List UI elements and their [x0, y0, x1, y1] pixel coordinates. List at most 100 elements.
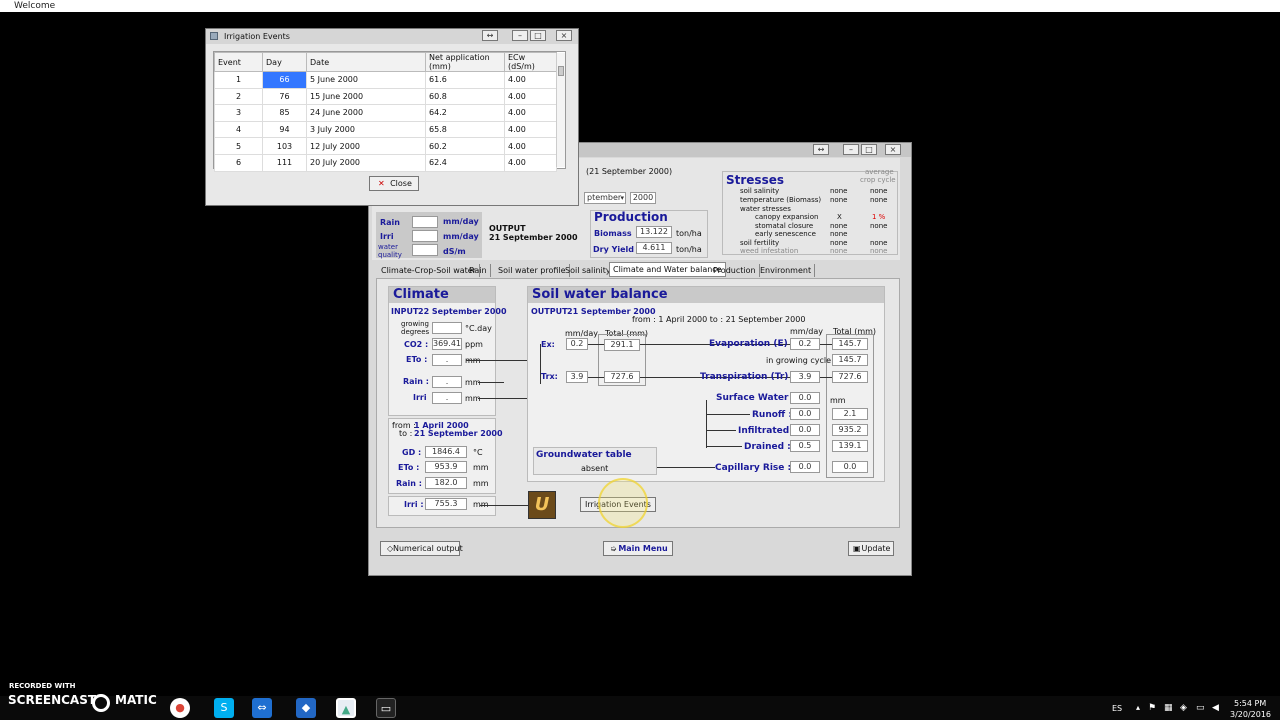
- table-row[interactable]: 4 94 3 July 2000 65.8 4.00: [214, 120, 557, 139]
- soil-salinity-value: none: [830, 187, 848, 195]
- date-cell[interactable]: 5 June 2000: [306, 71, 426, 89]
- day-cell[interactable]: 76: [262, 87, 307, 106]
- to-label: to :: [399, 429, 413, 438]
- maximize-button[interactable]: □: [861, 144, 877, 155]
- numerical-output-label: Numerical output: [393, 544, 463, 553]
- temperature-label: temperature (Biomass): [740, 196, 822, 204]
- day-cell[interactable]: 66: [262, 71, 307, 89]
- connector: [478, 382, 504, 383]
- net-cell[interactable]: 60.2: [425, 137, 505, 155]
- clock-date[interactable]: 3/20/2016: [1230, 710, 1271, 719]
- month-value: ptember: [587, 193, 622, 202]
- clock-time[interactable]: 5:54 PM: [1234, 699, 1266, 708]
- connector: [706, 430, 736, 431]
- soil-salinity-label: soil salinity: [740, 187, 780, 195]
- surface-water-label: Surface Water :: [716, 393, 796, 403]
- evaporation-value: 0.2: [790, 338, 820, 350]
- ecw-cell[interactable]: 4.00: [504, 120, 557, 139]
- update-button[interactable]: ▣ Update: [848, 541, 894, 556]
- rain-unit: mm/day: [443, 217, 479, 226]
- table-row[interactable]: 6 111 20 July 2000 62.4 4.00: [214, 153, 557, 172]
- infiltrated-value: 0.0: [790, 424, 820, 436]
- volume-icon[interactable]: ◀: [1212, 703, 1219, 713]
- tab-rain[interactable]: Rain: [466, 264, 491, 277]
- biomass-label: Biomass: [594, 229, 632, 238]
- close-button[interactable]: ×: [885, 144, 901, 155]
- tab-soil-salinity[interactable]: Soil salinity: [562, 264, 615, 277]
- date-cell[interactable]: 20 July 2000: [306, 153, 426, 172]
- table-row[interactable]: 3 85 24 June 2000 64.2 4.00: [214, 104, 557, 122]
- window-icon[interactable]: ▭: [376, 698, 396, 718]
- irri2-value: 755.3: [425, 498, 467, 510]
- table-row[interactable]: 5 103 12 July 2000 60.2 4.00: [214, 137, 557, 155]
- day-cell[interactable]: 103: [262, 137, 307, 155]
- close-window-button[interactable]: ×: [556, 30, 572, 41]
- chrome-icon[interactable]: ●: [170, 698, 190, 718]
- net-cell[interactable]: 61.6: [425, 71, 505, 89]
- production-title: Production: [594, 210, 668, 224]
- table-row[interactable]: 2 76 15 June 2000 60.8 4.00: [214, 87, 557, 106]
- tab-soil-water-profile[interactable]: Soil water profile: [495, 264, 570, 277]
- day-cell[interactable]: 94: [262, 120, 307, 139]
- numerical-output-button[interactable]: ◇ Numerical output: [380, 541, 463, 556]
- tab-climate-water-balance[interactable]: Climate and Water balance: [609, 262, 726, 277]
- teamviewer-icon[interactable]: ⇔: [252, 698, 272, 718]
- ecw-cell[interactable]: 4.00: [504, 87, 557, 106]
- biomass-value: 13.122: [636, 226, 672, 238]
- ecw-cell[interactable]: 4.00: [504, 104, 557, 122]
- tab-production[interactable]: Production: [710, 264, 760, 277]
- table-row[interactable]: 1 66 5 June 2000 61.6 4.00: [214, 71, 557, 89]
- day-cell[interactable]: 85: [262, 104, 307, 122]
- language-indicator[interactable]: ES: [1112, 704, 1122, 713]
- main-menu-label: Main Menu: [618, 544, 668, 553]
- day-cell[interactable]: 111: [262, 153, 307, 172]
- skype-icon[interactable]: S: [214, 698, 234, 718]
- to-date: 21 September 2000: [414, 429, 503, 438]
- tab-environment[interactable]: Environment: [757, 264, 816, 277]
- date-cell[interactable]: 12 July 2000: [306, 137, 426, 155]
- date-cell[interactable]: 15 June 2000: [306, 87, 426, 106]
- ecw-cell[interactable]: 4.00: [504, 137, 557, 155]
- shield-icon[interactable]: ◈: [1180, 703, 1187, 713]
- events-scrollbar[interactable]: [556, 53, 565, 167]
- year-field[interactable]: 2000: [630, 192, 656, 204]
- irri-input[interactable]: [412, 230, 438, 242]
- monitor-icon[interactable]: ▭: [1196, 703, 1205, 713]
- network-icon[interactable]: ▦: [1164, 703, 1173, 713]
- scrollbar-thumb[interactable]: [558, 66, 564, 76]
- irrigation-tool-icon[interactable]: U: [528, 491, 556, 519]
- month-select[interactable]: ptember ▾: [584, 192, 626, 204]
- minimize-button[interactable]: –: [512, 30, 528, 41]
- close-dialog-button[interactable]: ✕ Close: [369, 176, 419, 191]
- rain-input[interactable]: [412, 216, 438, 228]
- runoff-value: 0.0: [790, 408, 820, 420]
- stomatal-value: none: [830, 222, 848, 230]
- move-icon[interactable]: ↔: [482, 30, 498, 41]
- climate-title: Climate: [389, 287, 495, 303]
- taskbar: [0, 696, 1280, 720]
- net-cell[interactable]: 65.8: [425, 120, 505, 139]
- date-cell[interactable]: 24 June 2000: [306, 104, 426, 122]
- app-diamond-icon[interactable]: ◆: [296, 698, 316, 718]
- temperature-value: none: [830, 196, 848, 204]
- soil-salinity-avg: none: [870, 187, 888, 195]
- connector: [588, 377, 604, 378]
- ecw-cell[interactable]: 4.00: [504, 153, 557, 172]
- date-cell[interactable]: 3 July 2000: [306, 120, 426, 139]
- move-icon[interactable]: ↔: [813, 144, 829, 155]
- tray-up-icon[interactable]: ▴: [1136, 703, 1140, 712]
- aquacrop-icon[interactable]: ▲: [336, 698, 356, 718]
- net-cell[interactable]: 60.8: [425, 87, 505, 106]
- tab-climate-crop-soil[interactable]: Climate-Crop-Soil water: [378, 264, 480, 277]
- main-menu-button[interactable]: ➭ Main Menu: [603, 541, 673, 556]
- water-quality-input[interactable]: [412, 244, 438, 256]
- evaporation-label: Evaporation (E) :: [709, 339, 795, 349]
- net-cell[interactable]: 62.4: [425, 153, 505, 172]
- net-cell[interactable]: 64.2: [425, 104, 505, 122]
- rain2-value: 182.0: [425, 477, 467, 489]
- maximize-button[interactable]: □: [530, 30, 546, 41]
- minimize-button[interactable]: –: [843, 144, 859, 155]
- drained-value: 0.5: [790, 440, 820, 452]
- flag-icon[interactable]: ⚑: [1148, 703, 1156, 713]
- ecw-cell[interactable]: 4.00: [504, 71, 557, 89]
